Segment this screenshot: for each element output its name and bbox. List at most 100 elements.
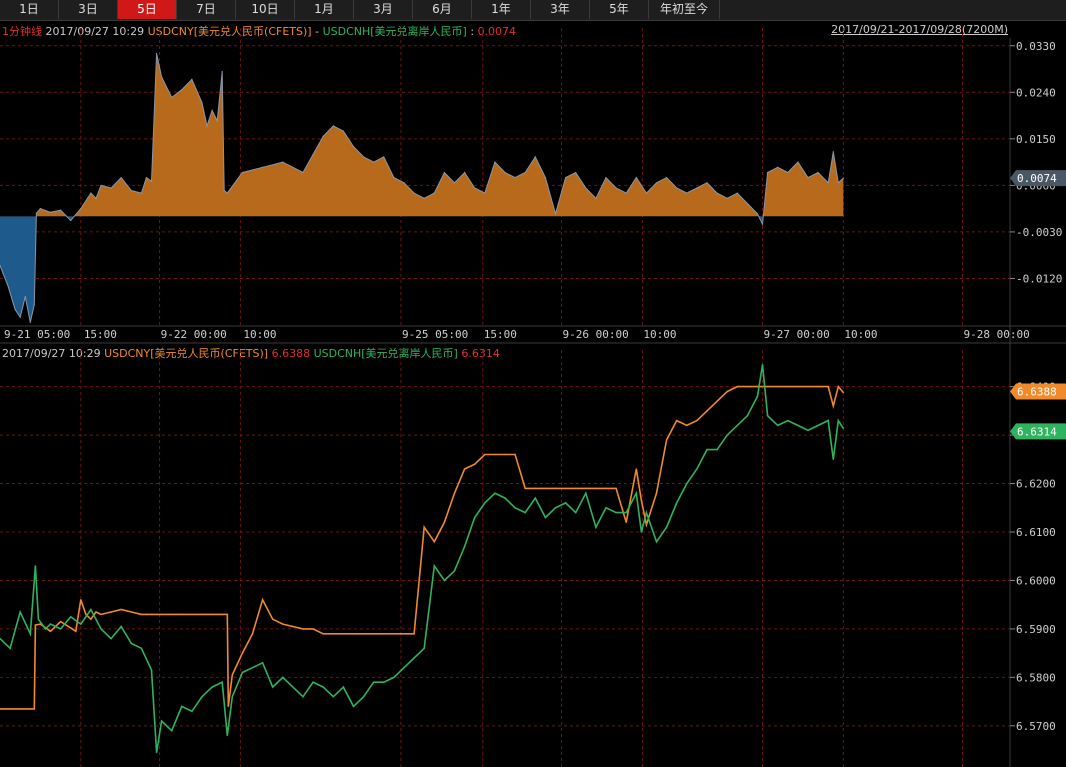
spread-point [453,182,456,184]
cnh-point [155,751,158,754]
y-tick-label: -0.0120 [1016,272,1062,285]
cnh-point [761,364,764,366]
cnh-point [575,511,577,514]
cnh-point [226,734,228,737]
cnh-point [80,623,82,625]
cnh-point [181,705,183,708]
x-tick-label: 15:00 [484,328,517,341]
cny-point [352,633,355,635]
spread-point [161,76,163,78]
cny-point [181,613,183,616]
cny-point [625,521,627,524]
cny-point [241,652,244,654]
cnh-point [201,696,203,698]
cnh-point [342,686,345,688]
spread-point [33,303,35,305]
cnh-point [403,666,405,669]
x-tick-label: 10:00 [243,328,276,341]
spread-point [827,182,829,184]
cnh-point [645,511,648,514]
spread-positive-area [0,53,844,217]
cnh-point [777,424,779,427]
cnh-point [373,681,375,683]
cny-point [70,627,72,629]
cny-point [585,487,587,490]
spread-point [39,208,42,210]
spread-point [14,308,16,311]
cnh-point [605,507,607,509]
cnh-point [827,419,829,422]
cnh-point [453,570,456,572]
cnh-point [312,681,314,683]
spread-point [585,187,587,189]
cnh-point [640,531,643,533]
cny-point [34,624,37,626]
cnh-point [140,647,143,649]
cny-point [251,633,254,635]
cnh-point [383,681,385,683]
x-tick-label: 9-28 00:00 [964,328,1030,341]
cnh-point [241,671,244,674]
cny-point [665,439,668,441]
cny-point [676,419,678,422]
spread-point [797,161,799,163]
cnh-point [514,507,516,509]
cnh-point [524,511,526,514]
cny-point [292,625,294,628]
spread-point [842,177,844,179]
spread-point [120,177,122,179]
spread-point [145,177,148,179]
cnh-point [787,419,789,422]
cny-point [49,630,52,633]
spread-point [226,192,228,194]
spread-point [767,171,769,174]
cny-point [423,526,425,528]
x-tick-label: 15:00 [84,328,117,341]
spread-last-value-label: 0.0074 [1017,172,1057,185]
spread-point [155,52,158,55]
spread-point [443,171,445,174]
cnh-point [686,482,688,485]
cny-point [474,463,476,465]
cny-point [756,385,759,388]
cny-point [453,492,456,494]
cnh-point [433,565,435,567]
spread-point [676,187,678,189]
cnh-point [191,710,193,712]
cnh-point [817,424,819,427]
cnh-point [736,424,738,427]
cnh-point [302,696,304,698]
spread-point [223,189,225,192]
spread-point [302,171,304,174]
cny-point [696,419,698,422]
cny-point [842,391,845,394]
spread-point [110,187,112,189]
cny-point [635,468,637,470]
cnh-point [393,676,395,679]
cny-point [362,633,365,635]
chart-area[interactable]: 0.03300.02400.01500.0060-0.0030-0.01206.… [0,0,1066,767]
cny-point [494,453,496,456]
cny-point [832,405,834,407]
spread-point [484,192,486,194]
spread-point [832,151,834,153]
y-tick-label: 6.5900 [1016,623,1056,636]
spread-point [241,171,243,174]
cnh-point [37,618,40,620]
spread-point [595,197,597,199]
spread-point [60,209,62,211]
cnh-point [842,427,845,430]
cnh-point [474,516,476,519]
cny-point [716,400,718,402]
cny-point [640,499,643,502]
cny-point [504,453,506,456]
cnh-point [837,419,839,422]
spread-point [35,212,37,214]
cny-point [150,613,153,616]
cny-point [524,487,526,490]
cnh-point [726,434,728,436]
cnh-point [261,662,264,664]
spread-point [787,171,789,174]
cny-point [413,633,415,635]
spread-point [211,109,213,111]
